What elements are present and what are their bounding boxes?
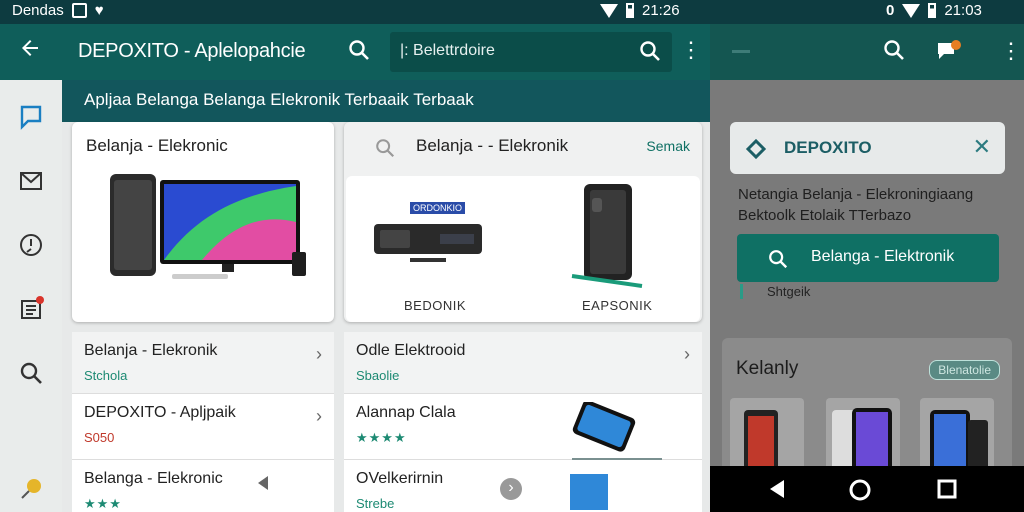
list-item[interactable]: DEPOXITO - Apljpaik S050 › [72, 394, 334, 460]
list-item-subtitle: Strebe [356, 496, 395, 511]
panel-subtext: Shtgeik [740, 284, 810, 299]
search-icon[interactable] [882, 38, 906, 67]
list-item-title: DEPOXITO - Apljpaik [84, 404, 236, 421]
shop-button-label: Belanga - Elektronik [811, 248, 955, 265]
navigation-rail [0, 80, 62, 512]
search-placeholder: |: Belettrdoire [400, 42, 495, 59]
chevron-left-icon[interactable] [258, 476, 268, 490]
product-label: BEDONIK [404, 298, 467, 313]
alert-icon[interactable] [14, 228, 48, 262]
banner-text: Apljaa Belanga Belanga Elekronik Terbaai… [84, 90, 474, 109]
chevron-right-icon[interactable]: › [316, 406, 322, 427]
list-item-title: Belanja - Elekronik [84, 342, 218, 359]
category-card[interactable]: Kelanly Blenatolie [722, 338, 1012, 466]
rating-stars: ★★★★ [356, 430, 407, 445]
list-item[interactable]: OVelkerirnin Strebe › [344, 460, 702, 512]
close-icon[interactable]: ✕ [973, 134, 991, 160]
app-title: DEPOXITO - Aplelopahcie [78, 40, 306, 62]
search-icon[interactable] [14, 356, 48, 390]
news-icon[interactable] [14, 292, 48, 326]
gallery-icon [71, 3, 87, 18]
recents-nav-icon[interactable] [936, 478, 958, 505]
wifi-icon [600, 3, 618, 18]
battery-icon [928, 3, 937, 18]
system-nav-bar [710, 466, 1024, 512]
chat-notification-icon[interactable] [936, 40, 964, 69]
list-item[interactable]: Alannap Clala ★★★★ [344, 394, 702, 464]
battery-icon [626, 3, 634, 18]
list-item-title: Belanga - Elekronic [84, 470, 223, 487]
chevron-right-icon[interactable]: › [500, 478, 522, 500]
mail-icon[interactable] [14, 164, 48, 198]
rating-stars: ★★★ [84, 496, 122, 511]
product-grid: ORDONKIO BEDONIK EAPSONIK [346, 176, 700, 322]
search-icon[interactable] [638, 39, 662, 68]
product-image [110, 174, 306, 279]
chevron-right-icon[interactable]: › [316, 344, 322, 365]
divider [732, 50, 750, 53]
chevron-right-icon[interactable]: › [684, 344, 690, 365]
product-image [571, 184, 643, 288]
product-label: EAPSONIK [582, 298, 653, 313]
list-item-subtitle: S050 [84, 430, 115, 445]
search-icon [767, 248, 789, 275]
list-item-title: Alannap Clala [356, 404, 456, 421]
list-item[interactable]: Belanja - Elekronik Stchola › [72, 332, 334, 394]
heart-icon: ♥ [94, 2, 104, 19]
category-badge[interactable]: Blenatolie [929, 360, 1000, 380]
product-image [570, 474, 608, 510]
clock-left: 21:26 [642, 2, 680, 19]
side-panel: DEPOXITO ✕ Netangia Belanja - Elekroning… [710, 80, 1024, 466]
product-card[interactable]: Belanja - - Elekronik Semak ORDONKIO BED… [344, 122, 702, 322]
panel-description: Netangia Belanja - Elekroningiaang Bekto… [738, 184, 973, 226]
app-bar: DEPOXITO - Aplelopahcie |: Belettrdoire … [0, 24, 710, 80]
status-bar: Dendas ♥ 21:26 0 21:03 [0, 0, 1024, 24]
list-item-title: Odle Elektrooid [356, 342, 466, 359]
product-thumbnail[interactable] [730, 398, 804, 466]
brand-name: DEPOXITO [784, 138, 872, 157]
back-nav-icon[interactable] [766, 478, 788, 505]
brand-logo-icon [744, 138, 768, 165]
wifi-icon [902, 3, 921, 18]
product-card[interactable]: Belanja - Elekronic [72, 122, 334, 322]
category-title: Kelanly [736, 358, 799, 379]
brand-card[interactable]: DEPOXITO ✕ [730, 122, 1005, 174]
view-all-link[interactable]: Semak [646, 138, 690, 154]
home-nav-icon[interactable] [848, 478, 872, 507]
secondary-app-bar: ⋮ [710, 24, 1024, 80]
product-banner: ORDONKIO [410, 202, 466, 214]
promo-banner: Apljaa Belanga Belanga Elekronik Terbaai… [62, 80, 710, 122]
carrier-name: Dendas [12, 2, 64, 19]
more-options-icon[interactable]: ⋮ [1000, 38, 1022, 64]
chat-icon[interactable] [14, 100, 48, 134]
description-line: Netangia Belanja - Elekroningiaang [738, 186, 974, 203]
clock-right: 21:03 [944, 2, 982, 19]
card-title: Belanja - - Elekronik [416, 136, 569, 155]
list-item[interactable]: Odle Elektrooid Sbaolie › [344, 332, 702, 394]
main-content: Apljaa Belanga Belanga Elekronik Terbaai… [62, 80, 710, 512]
back-arrow-icon[interactable] [14, 36, 46, 68]
list-item-title: OVelkerirnin [356, 470, 444, 487]
product-thumbnail[interactable] [826, 398, 900, 466]
description-line: Bektoolk Etolaik TTerbazo [738, 207, 912, 224]
product-image [374, 224, 482, 262]
list-item-subtitle: Stchola [84, 368, 128, 383]
product-image [572, 402, 636, 452]
list-item-subtitle: Sbaolie [356, 368, 400, 383]
product-thumbnail[interactable] [920, 398, 994, 466]
shop-button[interactable]: Belanga - Elektronik [737, 234, 999, 282]
search-input[interactable]: |: Belettrdoire [390, 32, 672, 72]
list-item[interactable]: Belanga - Elekronic ★★★ [72, 460, 334, 512]
pin-icon[interactable] [14, 472, 48, 506]
vibrate-icon: 0 [886, 2, 895, 19]
search-icon[interactable] [347, 38, 371, 67]
search-icon[interactable] [374, 137, 396, 164]
more-options-icon[interactable]: ⋮ [680, 38, 702, 62]
card-title: Belanja - Elekronic [86, 136, 228, 155]
